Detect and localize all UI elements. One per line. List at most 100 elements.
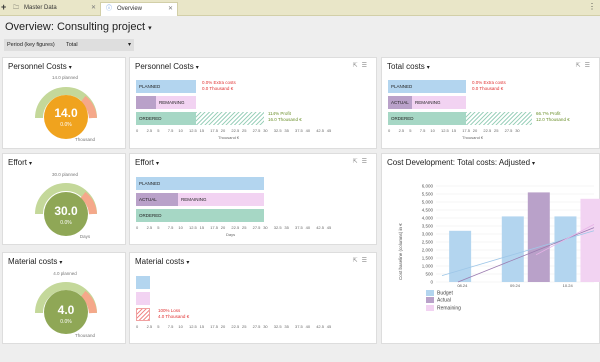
- close-icon[interactable]: ✕: [168, 3, 173, 16]
- axis-caption: Days: [226, 232, 236, 237]
- axis-tick-label: 17.5: [210, 128, 218, 133]
- axis-tick-label: 25: [242, 324, 247, 329]
- axis-tick-label: 15: [199, 225, 205, 230]
- y-axis-label: Cost baseline (columns) in €: [398, 223, 403, 280]
- expand-icon[interactable]: ⇱☰: [576, 62, 594, 69]
- bar-profit-hatch: [196, 112, 264, 125]
- axis-tick-label: 40: [305, 128, 311, 133]
- axis-tick-label: 7.5: [167, 128, 174, 133]
- axis-tick-label: 35: [284, 128, 289, 133]
- legend-item-actual: Actual: [426, 297, 461, 304]
- axis-tick-label: 20: [220, 225, 226, 230]
- expand-icon[interactable]: ⇱☰: [353, 62, 371, 69]
- axis-tick-label: 15: [199, 128, 205, 133]
- axis-tick-label: 2.5: [146, 225, 153, 230]
- page-title[interactable]: Overview: Consulting project ▾: [5, 20, 152, 36]
- axis-tick-label: 12.5: [189, 225, 197, 230]
- filter-value: Total: [66, 42, 78, 48]
- gauge-unit: Thousand: [74, 333, 95, 338]
- axis-tick-label: 0: [136, 324, 139, 329]
- gauge-value: 14.0: [54, 106, 78, 120]
- gauge-planned-label: 30.0 planned: [51, 172, 79, 177]
- bar-planned: PLANNED: [136, 80, 196, 93]
- panel-title[interactable]: Personnel Costs ▾: [8, 62, 72, 73]
- bar-ordered: ORDERED: [136, 209, 264, 222]
- bar-planned: PLANNED: [388, 80, 466, 93]
- axis-tick-label: 20: [220, 128, 226, 133]
- axis-tick-label: 30: [263, 225, 268, 230]
- x-tick-label: 10.24: [563, 283, 574, 288]
- legend-item-budget: Budget: [426, 290, 461, 297]
- panel-title[interactable]: Material costs ▾: [135, 257, 189, 268]
- y-tick-label: 1,500: [422, 256, 434, 261]
- axis-tick-label: 0: [136, 225, 139, 230]
- x-tick-label: 08.24: [457, 283, 468, 288]
- axis-tick-label: 25: [242, 225, 247, 230]
- axis-tick-label: 5: [409, 128, 412, 133]
- filter-label: Period (key figures): [7, 42, 55, 48]
- gauge-percent: 0.0%: [60, 319, 72, 325]
- bar-budget: [501, 216, 524, 282]
- axis-tick-label: 45: [326, 225, 332, 230]
- axis-tick-label: 2.5: [146, 324, 153, 329]
- axis-tick-label: 10: [178, 225, 183, 230]
- tab-master-data[interactable]: 🗀 Master Data ✕: [8, 2, 100, 16]
- axis-tick-label: 27.5: [252, 324, 261, 329]
- gauge-percent: 0.0%: [60, 220, 72, 226]
- panel-title[interactable]: Material costs ▾: [8, 257, 62, 268]
- axis-tick-label: 45: [326, 324, 332, 329]
- axis-tick-label: 27.5: [252, 128, 261, 133]
- annotation-loss: 100% Loss 4.0 Thousand €: [158, 308, 190, 319]
- axis-tick-label: 35: [284, 225, 289, 230]
- bar-ordered: ORDERED: [136, 112, 196, 125]
- expand-icon[interactable]: ⇱☰: [353, 257, 371, 264]
- panel-title[interactable]: Personnel Costs ▾: [135, 62, 199, 73]
- y-tick-label: 1,000: [422, 264, 434, 269]
- axis-tick-label: 5: [157, 324, 160, 329]
- gauge-percent: 0.0%: [60, 122, 72, 128]
- bar-ordered: ORDERED: [388, 112, 466, 125]
- axis-tick-label: 17.5: [210, 324, 218, 329]
- add-tab-button[interactable]: +: [1, 1, 6, 13]
- bar-remaining: REMAINING: [156, 96, 196, 109]
- tab-overview[interactable]: ⓘ Overview ✕: [100, 2, 178, 16]
- axis-tick-label: 32.5: [273, 128, 282, 133]
- axis-tick-label: 10: [430, 128, 435, 133]
- bar-remaining: [580, 198, 600, 282]
- axis-tick-label: 37.5: [295, 324, 303, 329]
- panel-title[interactable]: Effort ▾: [8, 158, 32, 169]
- axis-tick-label: 22.5: [483, 128, 492, 133]
- gauge-unit: Thousand: [74, 137, 95, 142]
- bar-actual: ACTUAL: [136, 193, 178, 206]
- bar-remaining: REMAINING: [412, 96, 466, 109]
- axis-caption: Thousand €: [218, 135, 240, 140]
- panel-title[interactable]: Total costs ▾: [387, 62, 430, 73]
- axis-caption: Thousand €: [462, 135, 484, 140]
- gauge-panel-effort: Effort ▾ 30.0 planned 30.0 0.0% Days: [2, 153, 126, 245]
- info-icon: ⓘ: [106, 6, 113, 12]
- period-filter[interactable]: Period (key figures) Total ▾: [4, 39, 134, 51]
- axis-tick-label: 27.5: [504, 128, 513, 133]
- axis-tick-label: 7.5: [167, 324, 174, 329]
- menu-icon[interactable]: ⋮: [588, 1, 596, 13]
- cost-development-panel: Cost Development: Total costs: Adjusted ▾…: [381, 153, 600, 344]
- axis-tick-label: 25: [494, 128, 499, 133]
- expand-icon[interactable]: ⇱☰: [353, 158, 371, 165]
- annotation-profit: 66.7% Profit 12.0 Thousand €: [536, 111, 570, 122]
- panel-title[interactable]: Effort ▾: [135, 158, 159, 169]
- y-tick-label: 3,500: [422, 224, 434, 229]
- gauge-value: 30.0: [54, 204, 78, 218]
- y-tick-label: 3,000: [422, 232, 434, 237]
- axis-tick-label: 40: [305, 324, 311, 329]
- y-tick-label: 5,000: [422, 200, 434, 205]
- tab-bar: + 🗀 Master Data ✕ ⓘ Overview ✕ ⋮: [0, 0, 600, 16]
- folder-icon: 🗀: [13, 5, 20, 11]
- y-tick-label: 2,500: [422, 240, 434, 245]
- axis-tick-label: 15: [451, 128, 457, 133]
- axis-tick-label: 42.5: [316, 324, 324, 329]
- close-icon[interactable]: ✕: [91, 2, 96, 15]
- y-tick-label: 5,500: [422, 192, 434, 197]
- axis-tick-label: 10: [178, 324, 183, 329]
- cost-development-chart: 0 500 1,000 1,500 2,000 2,500 3,000 3,500 4,000 4…: [398, 184, 600, 288]
- y-tick-label: 4,000: [422, 216, 434, 221]
